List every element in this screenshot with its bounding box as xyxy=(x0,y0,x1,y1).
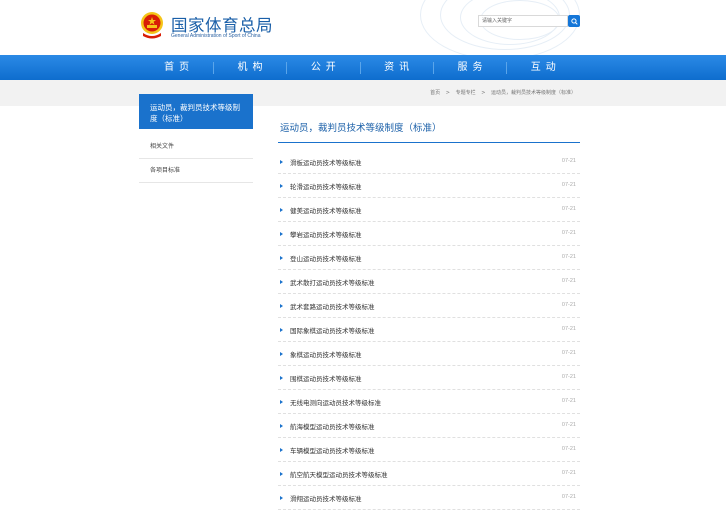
list-item-date: 07-21 xyxy=(561,206,576,212)
list-item-title[interactable]: 登山运动员技术等级标准 xyxy=(290,253,362,263)
list-item[interactable]: 航空航天模型运动员技术等级标准 07-21 xyxy=(278,462,580,486)
list-item-date: 07-21 xyxy=(561,278,576,284)
header-decoration xyxy=(400,0,590,55)
bullet-icon xyxy=(280,280,283,284)
list-item-title[interactable]: 攀岩运动员技术等级标准 xyxy=(290,229,362,239)
list-item[interactable]: 围棋运动员技术等级标准 07-21 xyxy=(278,366,580,390)
bullet-icon xyxy=(280,328,283,332)
list-item[interactable]: 滑板运动员技术等级标准 07-21 xyxy=(278,150,580,174)
bullet-icon xyxy=(280,160,283,164)
search-box xyxy=(478,15,580,27)
list-item-date: 07-21 xyxy=(561,470,576,476)
list-item[interactable]: 攀岩运动员技术等级标准 07-21 xyxy=(278,222,580,246)
search-icon xyxy=(570,17,578,25)
list-item[interactable]: 登山运动员技术等级标准 07-21 xyxy=(278,246,580,270)
list-item-date: 07-21 xyxy=(561,230,576,236)
site-header: 国家体育总局 General Administration of Sport o… xyxy=(0,0,726,55)
main-nav: 首页 机构 公开 资讯 服务 互动 xyxy=(0,55,726,80)
list-item-title[interactable]: 航空航天模型运动员技术等级标准 xyxy=(290,469,388,479)
bullet-icon xyxy=(280,376,283,380)
nav-divider xyxy=(213,62,214,74)
list-item-title[interactable]: 健美运动员技术等级标准 xyxy=(290,205,362,215)
list-item[interactable]: 车辆模型运动员技术等级标准 07-21 xyxy=(278,438,580,462)
list-item[interactable]: 健美运动员技术等级标准 07-21 xyxy=(278,198,580,222)
list-item-date: 07-21 xyxy=(561,326,576,332)
sidebar-item-standards[interactable]: 各项目标准 xyxy=(139,159,253,183)
search-input[interactable] xyxy=(478,15,568,27)
list-item-title[interactable]: 轮滑运动员技术等级标准 xyxy=(290,181,362,191)
list-item-date: 07-21 xyxy=(561,302,576,308)
list-item-title[interactable]: 武术散打运动员技术等级标准 xyxy=(290,277,375,287)
sidebar-title[interactable]: 运动员，裁判员技术等级制度（标准） xyxy=(139,94,253,129)
bullet-icon xyxy=(280,424,283,428)
list-item-date: 07-21 xyxy=(561,374,576,380)
bullet-icon xyxy=(280,232,283,236)
bullet-icon xyxy=(280,208,283,212)
nav-divider xyxy=(360,62,361,74)
list-item-date: 07-21 xyxy=(561,350,576,356)
bullet-icon xyxy=(280,256,283,260)
list-item-date: 07-21 xyxy=(561,158,576,164)
list-item[interactable]: 轮滑运动员技术等级标准 07-21 xyxy=(278,174,580,198)
list-item-date: 07-21 xyxy=(561,398,576,404)
list-item[interactable]: 象棋运动员技术等级标准 07-21 xyxy=(278,342,580,366)
list-item-date: 07-21 xyxy=(561,446,576,452)
bullet-icon xyxy=(280,496,283,500)
list-item[interactable]: 滑翔运动员技术等级标准 07-21 xyxy=(278,486,580,510)
nav-item-public[interactable]: 公开 xyxy=(287,55,360,80)
list-item-title[interactable]: 航海模型运动员技术等级标准 xyxy=(290,421,375,431)
nav-item-home[interactable]: 首页 xyxy=(140,55,213,80)
list-item-date: 07-21 xyxy=(561,182,576,188)
nav-item-institutions[interactable]: 机构 xyxy=(213,55,286,80)
nav-item-services[interactable]: 服务 xyxy=(433,55,506,80)
bullet-icon xyxy=(280,400,283,404)
list-item[interactable]: 航海模型运动员技术等级标准 07-21 xyxy=(278,414,580,438)
list-item-date: 07-21 xyxy=(561,494,576,500)
list-item[interactable]: 国际象棋运动员技术等级标准 07-21 xyxy=(278,318,580,342)
list-item[interactable]: 武术套路运动员技术等级标准 07-21 xyxy=(278,294,580,318)
list-item-date: 07-21 xyxy=(561,422,576,428)
bullet-icon xyxy=(280,472,283,476)
nav-divider xyxy=(286,62,287,74)
list-item-title[interactable]: 车辆模型运动员技术等级标准 xyxy=(290,445,375,455)
article-list: 滑板运动员技术等级标准 07-21 轮滑运动员技术等级标准 07-21 健美运动员技… xyxy=(278,150,580,510)
nav-divider xyxy=(506,62,507,74)
nav-divider xyxy=(433,62,434,74)
list-item-title[interactable]: 滑翔运动员技术等级标准 xyxy=(290,493,362,503)
list-item-title[interactable]: 武术套路运动员技术等级标准 xyxy=(290,301,375,311)
bullet-icon xyxy=(280,448,283,452)
list-item-title[interactable]: 国际象棋运动员技术等级标准 xyxy=(290,325,375,335)
list-item[interactable]: 无线电测向运动员技术等级标准 07-21 xyxy=(278,390,580,414)
bullet-icon xyxy=(280,184,283,188)
list-item-title[interactable]: 滑板运动员技术等级标准 xyxy=(290,157,362,167)
sidebar-item-related-docs[interactable]: 相关文件 xyxy=(139,135,253,159)
search-button[interactable] xyxy=(568,15,580,27)
bullet-icon xyxy=(280,304,283,308)
sidebar: 运动员，裁判员技术等级制度（标准） 相关文件 各项目标准 xyxy=(139,94,253,183)
list-item-title[interactable]: 象棋运动员技术等级标准 xyxy=(290,349,362,359)
nav-item-interaction[interactable]: 互动 xyxy=(507,55,580,80)
site-logo-subtitle: General Administration of Sport of China xyxy=(171,33,261,39)
list-item-date: 07-21 xyxy=(561,254,576,260)
national-emblem-icon[interactable] xyxy=(139,11,165,39)
bullet-icon xyxy=(280,352,283,356)
list-item-title[interactable]: 围棋运动员技术等级标准 xyxy=(290,373,362,383)
nav-item-news[interactable]: 资讯 xyxy=(360,55,433,80)
list-item[interactable]: 武术散打运动员技术等级标准 07-21 xyxy=(278,270,580,294)
list-item-title[interactable]: 无线电测向运动员技术等级标准 xyxy=(290,397,381,407)
main-content: 运动员，裁判员技术等级制度（标准） 滑板运动员技术等级标准 07-21 轮滑运动员… xyxy=(278,94,580,510)
page-title: 运动员，裁判员技术等级制度（标准） xyxy=(278,94,580,143)
